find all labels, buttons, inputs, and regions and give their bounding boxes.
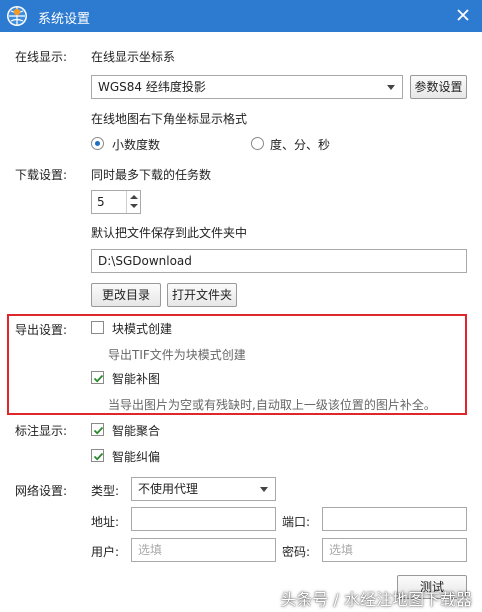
- max-tasks-stepper[interactable]: 5: [91, 190, 141, 214]
- download-section-label: 下载设置:: [15, 168, 68, 182]
- decimal-degrees-radio[interactable]: [91, 137, 104, 150]
- block-mode-label: 块模式创建: [112, 322, 173, 336]
- checkmark-icon: [93, 452, 104, 461]
- globe-icon: [7, 6, 27, 26]
- chevron-down-icon: [260, 487, 268, 492]
- block-mode-checkbox[interactable]: [91, 321, 104, 334]
- address-label: 地址:: [91, 515, 120, 529]
- smart-merge-label: 智能聚合: [112, 424, 161, 438]
- smart-rectify-label: 智能纠偏: [112, 450, 161, 464]
- smart-rectify-checkbox[interactable]: [91, 449, 104, 462]
- coord-format-label: 在线地图右下角坐标显示格式: [91, 112, 248, 126]
- window-title: 系统设置: [38, 12, 91, 27]
- dms-radio[interactable]: [251, 137, 264, 150]
- open-folder-button[interactable]: 打开文件夹: [167, 283, 237, 307]
- chevron-up-icon[interactable]: [130, 195, 138, 199]
- block-mode-hint: 导出TIF文件为块模式创建: [108, 348, 246, 362]
- dms-label: 度、分、秒: [270, 138, 331, 152]
- checkmark-icon: [93, 374, 104, 383]
- change-dir-button[interactable]: 更改目录: [91, 283, 161, 307]
- max-tasks-label: 同时最多下载的任务数: [91, 168, 212, 182]
- proxy-type-label: 类型:: [91, 484, 120, 498]
- password-input[interactable]: 选填: [322, 538, 467, 562]
- smart-fill-checkbox[interactable]: [91, 371, 104, 384]
- smart-fill-hint: 当导出图片为空或有残缺时,自动取上一级该位置的图片补全。: [108, 398, 436, 412]
- user-input[interactable]: 选填: [131, 538, 276, 562]
- network-section-label: 网络设置:: [15, 484, 68, 498]
- port-label: 端口:: [282, 515, 311, 529]
- coord-system-select[interactable]: WGS84 经纬度投影: [91, 75, 403, 99]
- chevron-down-icon[interactable]: [130, 204, 138, 208]
- close-icon[interactable]: [454, 6, 472, 24]
- coord-system-value: WGS84 经纬度投影: [98, 80, 206, 94]
- decimal-degrees-label: 小数度数: [112, 138, 161, 152]
- param-settings-button[interactable]: 参数设置: [410, 75, 467, 99]
- max-tasks-value: 5: [97, 195, 105, 209]
- password-label: 密码:: [282, 545, 311, 559]
- save-folder-input[interactable]: D:\SGDownload: [91, 249, 467, 273]
- save-folder-label: 默认把文件保存到此文件夹中: [91, 226, 248, 240]
- coord-system-label: 在线显示坐标系: [91, 50, 176, 64]
- port-input[interactable]: [322, 507, 467, 531]
- online-section-label: 在线显示:: [15, 50, 68, 64]
- export-section-label: 导出设置:: [15, 323, 68, 337]
- checkmark-icon: [93, 426, 104, 435]
- smart-fill-label: 智能补图: [112, 372, 161, 386]
- address-input[interactable]: [131, 507, 276, 531]
- proxy-type-select[interactable]: 不使用代理: [131, 477, 276, 501]
- watermark-text: 头条号 / 水经注地图下载器: [280, 590, 472, 609]
- stepper-arrows[interactable]: [126, 191, 140, 213]
- annotation-section-label: 标注显示:: [15, 424, 68, 438]
- chevron-down-icon: [387, 85, 395, 90]
- title-bar: 系统设置: [0, 0, 482, 32]
- proxy-type-value: 不使用代理: [138, 482, 199, 496]
- user-label: 用户:: [91, 545, 120, 559]
- smart-merge-checkbox[interactable]: [91, 423, 104, 436]
